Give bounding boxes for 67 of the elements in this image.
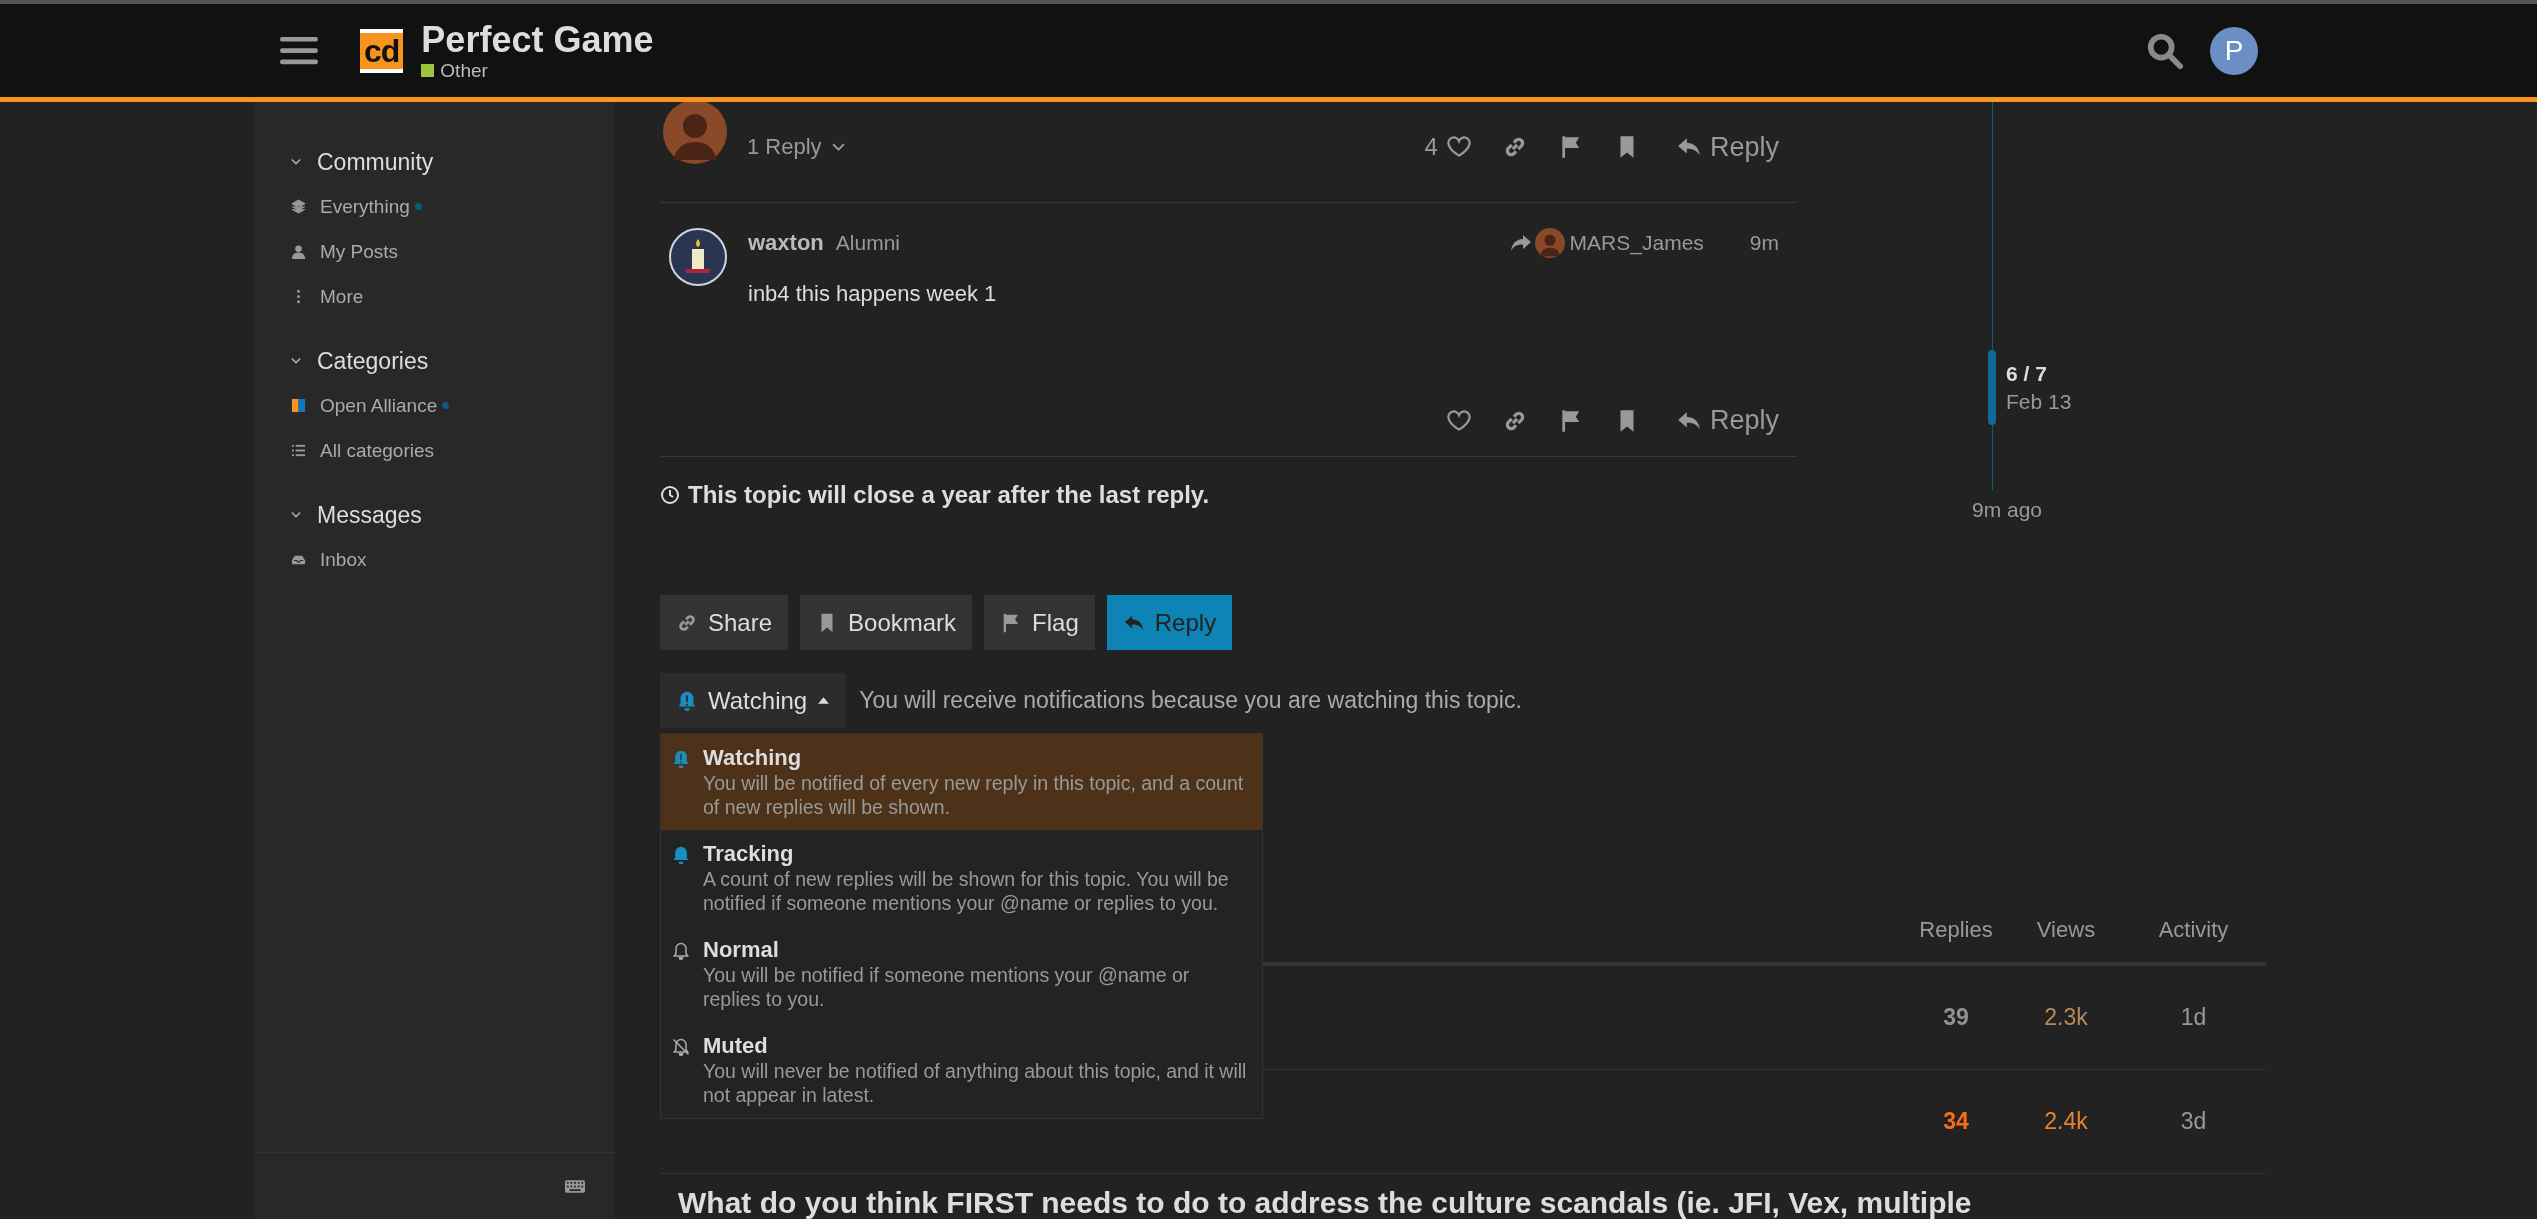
site-logo[interactable]: cd — [360, 28, 404, 73]
post-date: Feb 13 — [2006, 390, 2072, 414]
activity-time[interactable]: 3d — [2121, 1108, 2266, 1135]
last-post-time[interactable]: 9m ago — [1972, 498, 2043, 522]
view-count: 2.4k — [2043, 1108, 2089, 1135]
keyboard-icon[interactable] — [565, 1179, 585, 1193]
menu-option[interactable]: Tracking A count of new replies will be shown for this topic. You will be notified if someone mentions your @name or replies to you. — [661, 830, 1262, 926]
timeline-handle[interactable] — [1988, 350, 1996, 425]
username[interactable]: waxton — [748, 230, 824, 256]
search-icon[interactable] — [2146, 31, 2184, 70]
sidebar-link[interactable]: Inbox — [320, 548, 367, 571]
bell-slash-icon — [671, 1036, 691, 1058]
reply-button[interactable]: Reply — [1669, 131, 1779, 163]
reply-button[interactable]: Reply — [1669, 405, 1779, 436]
user-avatar[interactable]: P — [2210, 26, 2258, 75]
bell-icon — [671, 844, 691, 866]
bell-alert-icon — [671, 748, 691, 770]
heart-icon[interactable] — [1445, 134, 1472, 160]
chevron-icon[interactable] — [291, 158, 301, 166]
reply-to-link[interactable]: MARS_James — [1569, 231, 1704, 255]
sidebar-link[interactable]: Everything — [320, 195, 410, 218]
bell-alert-icon — [676, 689, 698, 712]
view-count: 2.3k — [2043, 1004, 2089, 1031]
chevron-icon[interactable] — [291, 511, 301, 519]
activity-time[interactable]: 1d — [2121, 1004, 2266, 1031]
post-age[interactable]: 9m — [1749, 231, 1779, 255]
column-header[interactable]: Views — [2011, 917, 2121, 943]
post-position: 6 / 7 — [2006, 362, 2048, 386]
notification-dropdown-button[interactable]: Watching — [660, 673, 847, 728]
clock-icon — [660, 485, 680, 505]
chevron-icon — [831, 142, 845, 152]
section-heading[interactable]: Categories — [317, 347, 429, 375]
chevron-icon[interactable] — [291, 357, 301, 365]
menu-option[interactable]: Muted You will never be notified of anything about this topic, and it will not appear in latest. — [661, 1022, 1262, 1118]
sidebar-link[interactable]: Open Alliance — [320, 394, 438, 417]
topic-link[interactable]: What do you think FIRST needs to do to address the culture scandals (ie. JFI, Vex, multiple — [678, 1186, 2266, 1219]
category-icon — [291, 398, 306, 413]
candle-avatar[interactable] — [668, 227, 728, 287]
section-heading[interactable]: Messages — [317, 501, 422, 529]
user-title: Alumni — [835, 231, 900, 255]
section-heading[interactable]: Community — [317, 148, 434, 176]
sidebar-link[interactable]: My Posts — [320, 240, 399, 263]
column-header[interactable]: Activity — [2121, 917, 2266, 943]
notice-text: This topic will close a year after the last reply. — [688, 481, 1210, 509]
notification-reason: You will receive notifications because you are watching this topic. — [859, 687, 1522, 714]
topic-button[interactable]: Reply — [1106, 595, 1233, 650]
menu-option[interactable]: Normal You will be notified if someone mentions your @name or replies to you. — [661, 926, 1262, 1022]
topic-button[interactable]: Bookmark — [800, 595, 973, 650]
heart-icon[interactable] — [1445, 407, 1472, 434]
reply-count: 34 — [1942, 1108, 1970, 1135]
sidebar-link[interactable]: All categories — [320, 439, 435, 462]
reply-count: 39 — [1942, 1004, 1970, 1031]
post-text: inb4 this happens week 1 — [748, 281, 998, 307]
sidebar-link[interactable]: More — [320, 285, 364, 308]
replies-toggle[interactable]: 1 Reply — [747, 134, 845, 160]
menu-icon[interactable] — [280, 34, 318, 67]
like-count: 4 — [1424, 133, 1438, 161]
layers-icon — [291, 199, 306, 214]
topic-title[interactable]: Perfect Game — [421, 19, 654, 60]
person-icon — [291, 244, 306, 259]
column-header[interactable]: Replies — [1901, 917, 2011, 943]
list-icon — [291, 443, 306, 458]
category-link[interactable]: Other — [421, 59, 654, 82]
bell-outline-icon — [671, 940, 691, 962]
topic-button[interactable]: Flag — [984, 595, 1095, 650]
menu-option[interactable]: Watching You will be notified of every new reply in this topic, and a count of new replies will be shown. — [661, 734, 1262, 830]
topic-button[interactable]: Share — [660, 595, 789, 650]
